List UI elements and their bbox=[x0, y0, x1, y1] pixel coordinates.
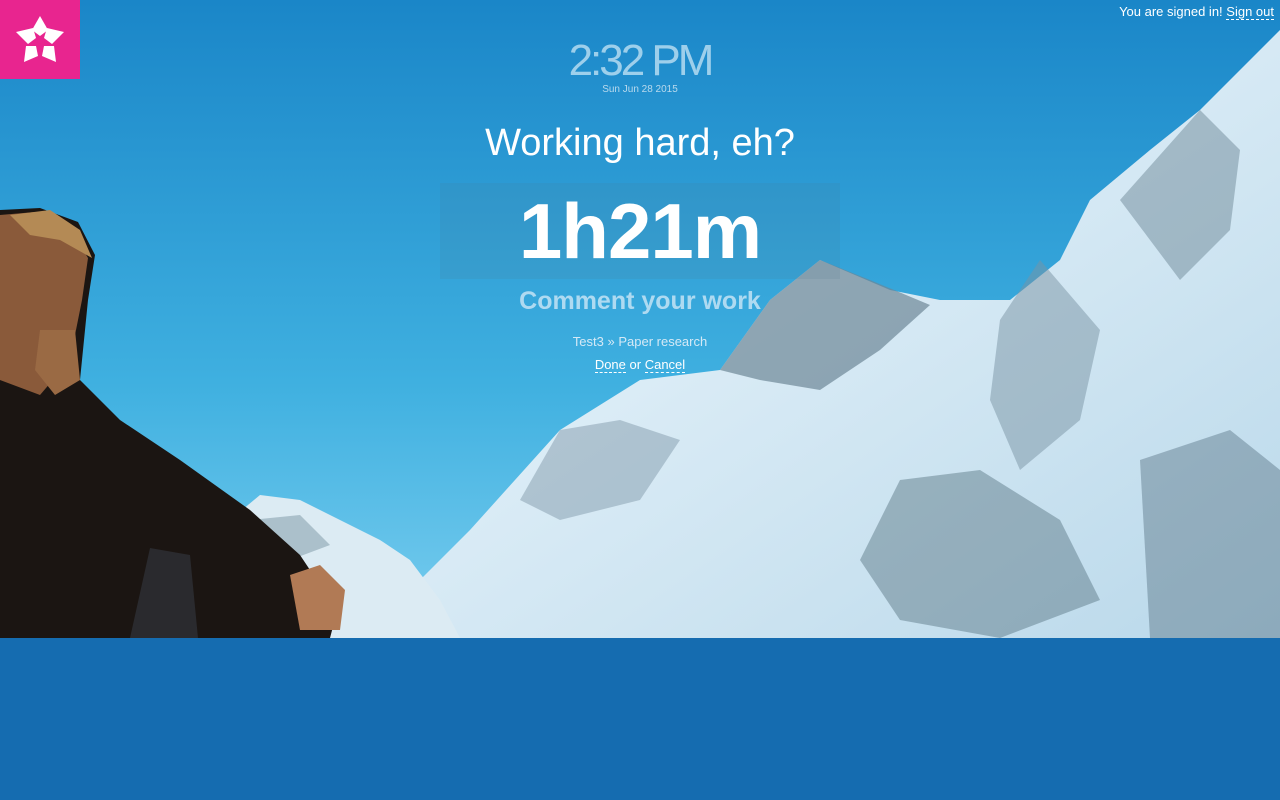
signin-text: You are signed in! bbox=[1119, 4, 1223, 19]
comment-input[interactable]: Comment your work bbox=[0, 287, 1280, 316]
or-text: or bbox=[629, 357, 642, 372]
task-name: Paper research bbox=[618, 334, 708, 349]
greeting-heading: Working hard, eh? bbox=[485, 122, 795, 164]
timer-actions: Done or Cancel bbox=[0, 357, 1280, 373]
mountain-scene bbox=[0, 0, 1280, 638]
background-photo bbox=[0, 0, 1280, 638]
clock-date: Sun Jun 28 2015 bbox=[602, 84, 678, 95]
signin-status: You are signed in! Sign out bbox=[1119, 4, 1274, 20]
signout-link[interactable]: Sign out bbox=[1226, 4, 1274, 20]
clock-time: 2:32 PM bbox=[568, 36, 715, 85]
project-name: Test3 bbox=[572, 334, 604, 349]
breadcrumb-separator: » bbox=[607, 334, 615, 349]
project-breadcrumb: Test3 » Paper research bbox=[0, 334, 1280, 349]
cancel-link[interactable]: Cancel bbox=[644, 357, 686, 373]
elapsed-timer: 1h21m bbox=[518, 187, 762, 275]
done-link[interactable]: Done bbox=[594, 357, 626, 373]
